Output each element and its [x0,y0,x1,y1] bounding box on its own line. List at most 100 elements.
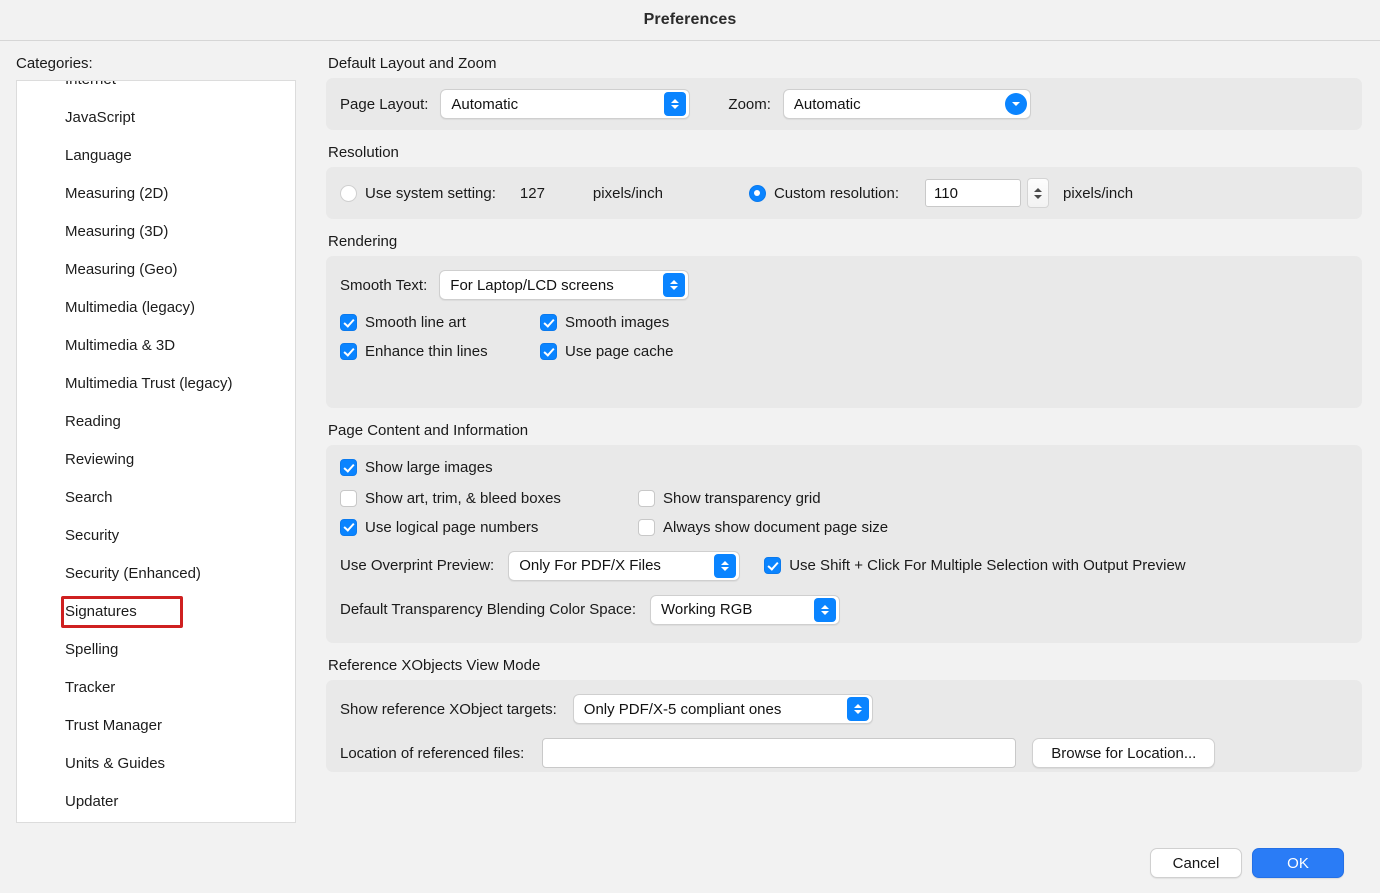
sidebar-item-javascript[interactable]: JavaScript [17,99,295,137]
page-content-group-title: Page Content and Information [328,422,529,439]
sidebar-item-tracker[interactable]: Tracker [17,669,295,707]
categories-list[interactable]: Internet JavaScript Language Measuring (2D)… [16,80,296,823]
smooth-text-value: For Laptop/LCD screens [450,276,614,294]
sidebar-item-label: Measuring (2D) [65,185,169,202]
sidebar-item-label: Multimedia & 3D [65,337,176,354]
categories-scroll-area: Internet JavaScript Language Measuring (2D)… [17,81,295,821]
checkbox-label: Always show document page size [663,518,889,536]
checkbox-enhance-thin-lines[interactable]: Enhance thin lines [340,343,540,360]
checkbox-icon[interactable] [340,314,357,331]
sidebar-item-spelling[interactable]: Spelling [17,631,295,669]
xobject-targets-select[interactable]: Only PDF/X-5 compliant ones [572,694,873,724]
custom-resolution-stepper[interactable] [1027,178,1050,208]
page-content-group-panel: Show large images Show art, trim, & blee… [326,445,1362,643]
sidebar-item-security-enhanced[interactable]: Security (Enhanced) [17,555,295,593]
sidebar-item-search[interactable]: Search [17,479,295,517]
sidebar-item-reviewing[interactable]: Reviewing [17,441,295,479]
blending-colorspace-select[interactable]: Working RGB [650,594,841,625]
smooth-text-select[interactable]: For Laptop/LCD screens [439,270,690,300]
sidebar-item-measuring-geo[interactable]: Measuring (Geo) [17,251,295,289]
resolution-group-title: Resolution [328,144,399,161]
checkbox-icon[interactable] [340,518,357,536]
categories-label: Categories: [16,55,93,72]
sidebar-item-label: Multimedia Trust (legacy) [65,375,233,392]
ok-button[interactable]: OK [1252,848,1344,878]
location-input[interactable] [542,738,1017,768]
chevron-up-down-icon [814,597,837,622]
zoom-label: Zoom: [728,95,771,113]
checkbox-shift-click-multiple-selection[interactable]: Use Shift + Click For Multiple Selection… [764,557,1186,574]
page-layout-label: Page Layout: [340,95,429,113]
radio-use-system-setting[interactable] [340,184,357,202]
overprint-select[interactable]: Only For PDF/X Files [508,550,741,581]
checkbox-always-show-page-size[interactable]: Always show document page size [638,518,889,536]
rendering-checkbox-row-2: Enhance thin lines Use page cache [340,343,1348,360]
browse-for-location-button[interactable]: Browse for Location... [1032,738,1216,768]
sidebar-item-label: Signatures [65,603,137,620]
sidebar-item-label: Security [65,527,120,544]
checkbox-label: Smooth images [565,314,670,331]
page-title: Preferences [643,11,737,28]
location-label: Location of referenced files: [340,744,525,762]
xobject-targets-row: Show reference XObject targets: Only PDF… [340,694,1348,724]
sidebar-item-multimedia-trust-legacy[interactable]: Multimedia Trust (legacy) [17,365,295,403]
sidebar-item-updater[interactable]: Updater [17,783,295,821]
checkbox-icon[interactable] [540,343,557,360]
checkbox-smooth-line-art[interactable]: Smooth line art [340,314,540,331]
checkbox-icon[interactable] [340,489,357,507]
blending-colorspace-value: Working RGB [661,601,753,618]
sidebar-item-security[interactable]: Security [17,517,295,555]
checkbox-icon[interactable] [764,557,782,574]
sidebar-item-reading[interactable]: Reading [17,403,295,441]
checkbox-use-page-cache[interactable]: Use page cache [540,343,673,360]
overprint-value: Only For PDF/X Files [519,557,661,574]
radio-custom-resolution[interactable] [748,184,766,202]
custom-resolution-radio-row[interactable]: Custom resolution: [748,184,899,202]
sidebar-item-label: Reviewing [65,451,135,468]
cancel-button[interactable]: Cancel [1150,848,1242,878]
custom-resolution-value: 110 [934,184,958,202]
checkbox-smooth-images[interactable]: Smooth images [540,314,669,331]
checkbox-show-large-images[interactable]: Show large images [340,459,493,476]
sidebar-item-multimedia-3d[interactable]: Multimedia & 3D [17,327,295,365]
use-system-setting-label: Use system setting: [365,184,496,202]
xobjects-group-panel: Show reference XObject targets: Only PDF… [326,680,1362,772]
sidebar-item-signatures[interactable]: Signatures [17,593,295,631]
sidebar-item-language[interactable]: Language [17,137,295,175]
checkbox-show-art-trim-bleed[interactable]: Show art, trim, & bleed boxes [340,489,638,507]
checkbox-icon[interactable] [340,459,357,476]
sidebar-item-label: Measuring (3D) [65,223,169,240]
checkbox-icon[interactable] [638,518,655,536]
sidebar-item-internet[interactable]: Internet [17,81,295,99]
checkbox-label: Use Shift + Click For Multiple Selection… [789,557,1186,574]
preferences-content-pane: Default Layout and Zoom Page Layout: Aut… [312,41,1380,772]
page-layout-select[interactable]: Automatic [440,89,691,119]
system-resolution-value: 127 [519,184,545,202]
checkbox-show-transparency-grid[interactable]: Show transparency grid [638,489,821,507]
use-system-setting-radio-row[interactable]: Use system setting: [340,184,496,202]
sidebar-item-multimedia-legacy[interactable]: Multimedia (legacy) [17,289,295,327]
zoom-select[interactable]: Automatic [782,89,1031,119]
sidebar-item-label: JavaScript [65,109,136,126]
blending-colorspace-row: Default Transparency Blending Color Spac… [340,594,1348,625]
xobjects-group-title: Reference XObjects View Mode [328,657,541,674]
checkbox-icon[interactable] [638,489,655,507]
checkbox-icon[interactable] [340,343,357,360]
sidebar-item-trust-manager[interactable]: Trust Manager [17,707,295,745]
smooth-text-label: Smooth Text: [340,276,428,294]
checkbox-label: Show art, trim, & bleed boxes [365,489,561,507]
chevron-up-down-icon [663,273,686,297]
overprint-label: Use Overprint Preview: [340,557,495,574]
custom-resolution-unit: pixels/inch [1063,184,1134,202]
sidebar-item-label: Tracker [65,679,116,696]
sidebar-item-label: Search [65,489,113,506]
xobject-targets-label: Show reference XObject targets: [340,700,557,718]
sidebar-item-units-guides[interactable]: Units & Guides [17,745,295,783]
sidebar-item-measuring-3d[interactable]: Measuring (3D) [17,213,295,251]
sidebar-item-measuring-2d[interactable]: Measuring (2D) [17,175,295,213]
chevron-up-down-icon [664,92,687,116]
checkbox-icon[interactable] [540,314,557,331]
checkbox-use-logical-page-numbers[interactable]: Use logical page numbers [340,518,638,536]
xobject-targets-value: Only PDF/X-5 compliant ones [583,700,782,718]
custom-resolution-input[interactable]: 110 [925,179,1022,207]
